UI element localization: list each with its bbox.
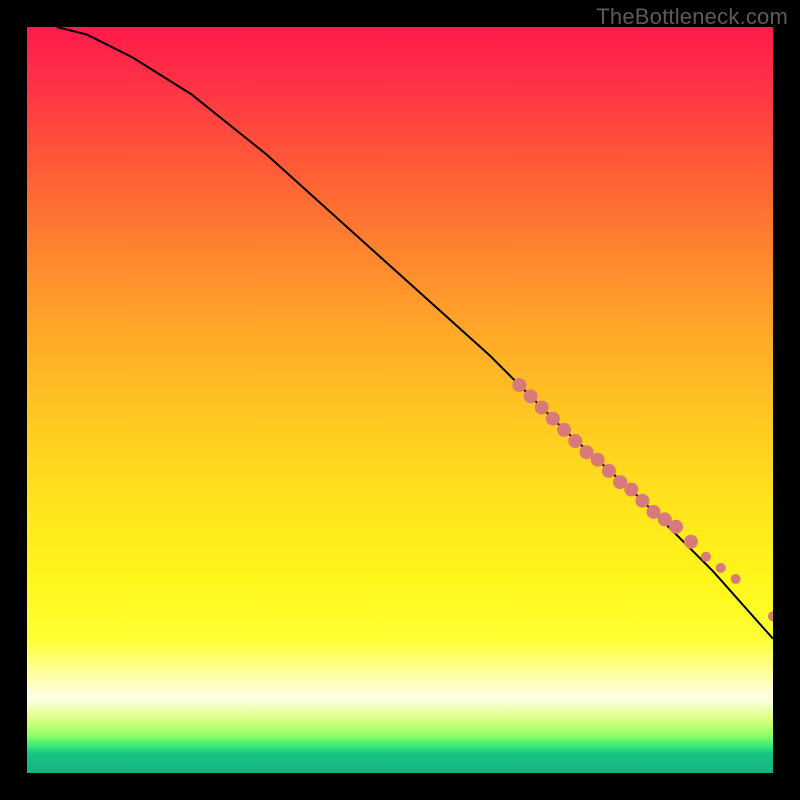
marker-dot	[524, 389, 538, 403]
marker-dot	[684, 535, 698, 549]
marker-dot	[512, 378, 526, 392]
watermark-text: TheBottleneck.com	[596, 4, 788, 30]
marker-dot	[557, 423, 571, 437]
marker-dot	[568, 434, 582, 448]
marker-dot	[716, 563, 726, 573]
marker-dot	[731, 574, 741, 584]
plot-area	[27, 27, 773, 773]
marker-dot	[701, 552, 711, 562]
chart-stage: TheBottleneck.com	[0, 0, 800, 800]
marker-dot	[669, 520, 683, 534]
marker-dot	[591, 453, 605, 467]
marker-dot	[535, 401, 549, 415]
marker-dot	[546, 412, 560, 426]
marker-dot	[768, 611, 773, 621]
marker-group	[512, 378, 773, 621]
chart-overlay	[27, 27, 773, 773]
marker-dot	[602, 464, 616, 478]
marker-dot	[635, 494, 649, 508]
marker-dot	[624, 483, 638, 497]
bottleneck-curve	[57, 27, 773, 639]
